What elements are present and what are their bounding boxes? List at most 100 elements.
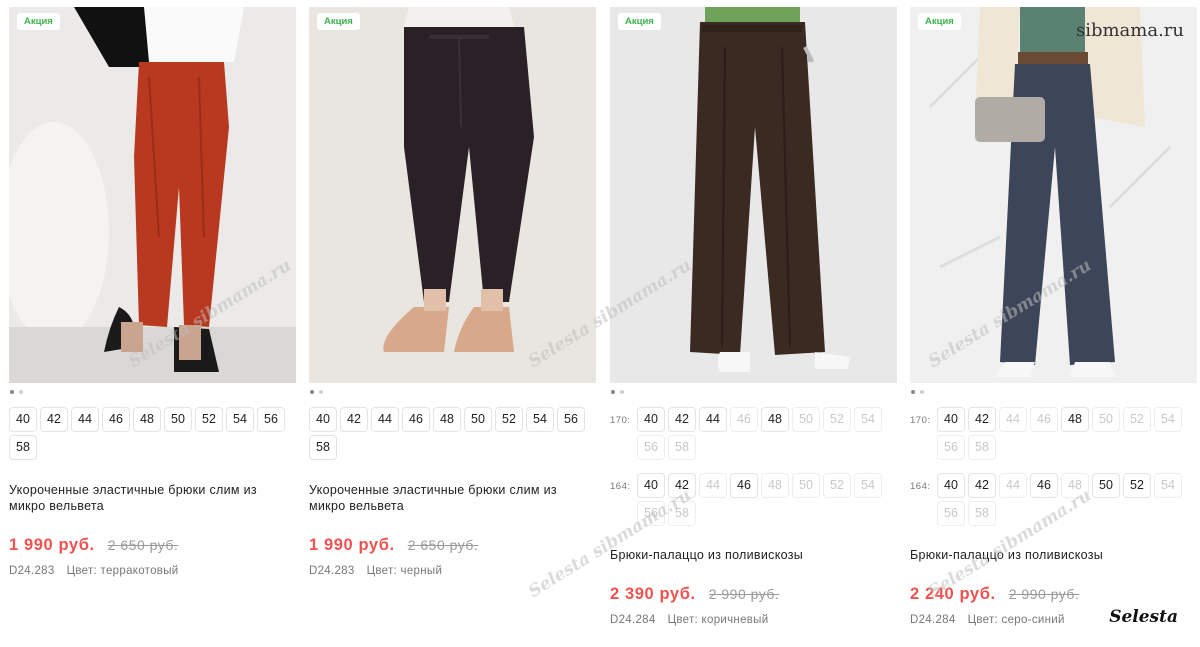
product-title[interactable]: Укороченные эластичные брюки слим из мик… [9,482,289,514]
size-chip[interactable]: 54 [226,407,254,432]
size-chip[interactable]: 48 [1061,473,1089,498]
size-chip[interactable]: 54 [854,407,882,432]
size-chip[interactable]: 40 [937,473,965,498]
size-chip[interactable]: 56 [937,501,965,526]
price-current: 2 240 руб. [910,585,996,603]
image-pager [310,390,596,395]
pager-dot[interactable] [911,390,915,394]
size-chip[interactable]: 48 [133,407,161,432]
size-chip[interactable]: 42 [968,407,996,432]
size-chip[interactable]: 44 [699,407,727,432]
size-chip[interactable]: 48 [433,407,461,432]
color-label: Цвет: серо-синий [967,614,1065,626]
size-chip[interactable]: 46 [102,407,130,432]
size-chip[interactable]: 44 [371,407,399,432]
size-chip[interactable]: 40 [9,407,37,432]
size-chip[interactable]: 40 [637,407,665,432]
size-chip[interactable]: 40 [309,407,337,432]
size-chip[interactable]: 56 [637,435,665,460]
product-card[interactable]: Акция 40 42 44 46 48 50 52 54 56 58 Укороченные э… [9,7,296,577]
size-chip[interactable]: 50 [792,473,820,498]
size-chip[interactable]: 54 [526,407,554,432]
size-chip[interactable]: 58 [668,501,696,526]
size-chip[interactable]: 52 [195,407,223,432]
size-chip[interactable]: 54 [1154,407,1182,432]
product-title[interactable]: Брюки-палаццо из поливискозы [910,547,1190,563]
size-chip[interactable]: 56 [937,435,965,460]
size-chip[interactable]: 52 [1123,407,1151,432]
size-chip[interactable]: 40 [637,473,665,498]
size-chip[interactable]: 44 [999,473,1027,498]
size-chip[interactable]: 54 [854,473,882,498]
size-chip[interactable]: 50 [164,407,192,432]
size-chip[interactable]: 46 [730,407,758,432]
price-old: 2 990 руб. [1008,586,1080,602]
size-chip[interactable]: 58 [968,435,996,460]
size-chip[interactable]: 58 [9,435,37,460]
product-card[interactable]: Акция 40 42 44 46 48 50 52 54 56 58 Укороченные э… [309,7,596,577]
size-chip[interactable]: 44 [71,407,99,432]
size-chip[interactable]: 42 [40,407,68,432]
size-chip[interactable]: 48 [761,407,789,432]
size-chip[interactable]: 52 [823,407,851,432]
size-chip[interactable]: 56 [257,407,285,432]
sku: D24.283 [309,565,355,577]
size-chip[interactable]: 50 [1092,473,1120,498]
image-pager [911,390,1197,395]
size-chip[interactable]: 46 [1030,407,1058,432]
size-chip[interactable]: 46 [402,407,430,432]
size-chip[interactable]: 58 [968,501,996,526]
product-image [309,7,596,383]
product-title[interactable]: Брюки-палаццо из поливискозы [610,547,890,563]
product-photo[interactable]: Акция [910,7,1197,383]
product-card[interactable]: Акция 170: 40 42 44 46 48 50 52 54 56 58 164: 40 4… [610,7,897,626]
size-chip[interactable]: 44 [699,473,727,498]
pager-dot[interactable] [620,390,624,394]
color-label: Цвет: черный [366,565,443,577]
size-chip[interactable]: 58 [668,435,696,460]
price-old: 2 650 руб. [107,537,179,553]
product-meta: D24.284 Цвет: коричневый [610,614,897,626]
size-chip[interactable]: 52 [495,407,523,432]
price-current: 1 990 руб. [9,536,95,554]
pager-dot[interactable] [611,390,615,394]
product-photo[interactable]: Акция [309,7,596,383]
size-chip[interactable]: 42 [668,407,696,432]
sku: D24.284 [610,614,656,626]
size-selector: 170: 40 42 44 46 48 50 52 54 56 58 164: 40 42 44 46 4… [610,407,897,526]
product-image [910,7,1197,383]
size-chips: 40 42 44 46 48 50 52 54 56 58 [937,407,1189,460]
size-chip[interactable]: 48 [761,473,789,498]
size-chip[interactable]: 46 [730,473,758,498]
pager-dot[interactable] [310,390,314,394]
size-chip[interactable]: 42 [968,473,996,498]
pager-dot[interactable] [920,390,924,394]
size-chip[interactable]: 42 [668,473,696,498]
price-block: 1 990 руб. 2 650 руб. [309,536,596,555]
product-title[interactable]: Укороченные эластичные брюки слим из мик… [309,482,589,514]
size-chip[interactable]: 42 [340,407,368,432]
size-chip[interactable]: 50 [792,407,820,432]
product-card[interactable]: Акция 170: 40 42 44 46 48 50 52 54 56 58 164: 40 4… [910,7,1197,626]
size-chip[interactable]: 52 [823,473,851,498]
size-chip[interactable]: 56 [637,501,665,526]
size-chip[interactable]: 46 [1030,473,1058,498]
size-chips: 40 42 44 46 48 50 52 54 56 58 [309,407,596,460]
height-row: 170: 40 42 44 46 48 50 52 54 56 58 [610,407,897,460]
product-grid: Акция 40 42 44 46 48 50 52 54 56 58 Укороченные э… [0,0,1200,647]
product-photo[interactable]: Акция [610,7,897,383]
size-chip[interactable]: 54 [1154,473,1182,498]
size-chip[interactable]: 50 [464,407,492,432]
size-chip[interactable]: 52 [1123,473,1151,498]
size-chip[interactable]: 50 [1092,407,1120,432]
size-chip[interactable]: 44 [999,407,1027,432]
size-chip[interactable]: 48 [1061,407,1089,432]
size-chip[interactable]: 40 [937,407,965,432]
size-selector: 170: 40 42 44 46 48 50 52 54 56 58 164: 40 42 44 46 4… [910,407,1197,526]
pager-dot[interactable] [19,390,23,394]
pager-dot[interactable] [319,390,323,394]
pager-dot[interactable] [10,390,14,394]
size-chip[interactable]: 58 [309,435,337,460]
size-chip[interactable]: 56 [557,407,585,432]
product-photo[interactable]: Акция [9,7,296,383]
